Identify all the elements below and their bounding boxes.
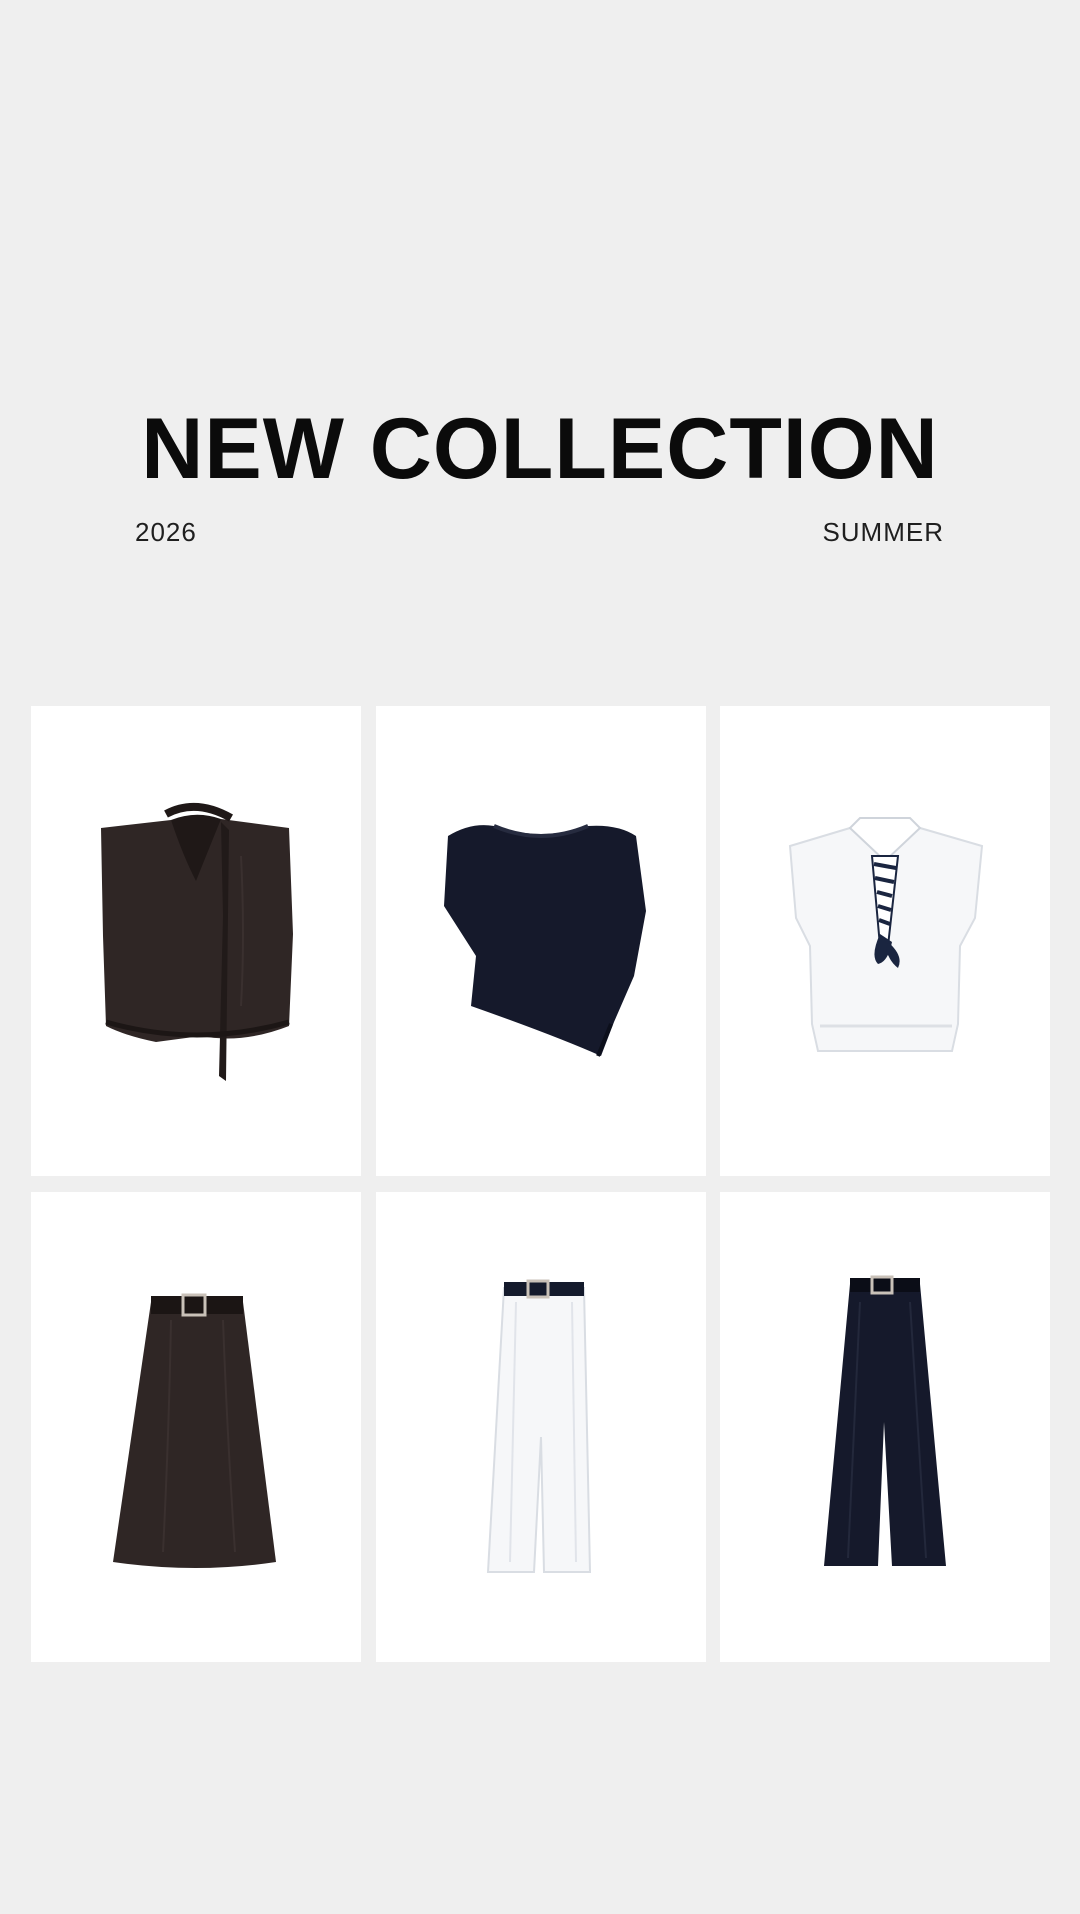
hero-section: NEW COLLECTION 2026 SUMMER bbox=[0, 0, 1080, 700]
brown-sleeveless-top-icon bbox=[101, 802, 293, 1081]
product-card[interactable] bbox=[376, 1192, 706, 1662]
product-card[interactable] bbox=[720, 706, 1050, 1176]
collection-title: NEW COLLECTION bbox=[141, 401, 939, 497]
navy-knit-top-icon bbox=[444, 824, 646, 1057]
collection-season: SUMMER bbox=[822, 517, 944, 547]
product-card[interactable] bbox=[720, 1192, 1050, 1662]
white-polo-top-icon bbox=[788, 817, 984, 1052]
brown-skirt-icon bbox=[113, 1293, 276, 1568]
navy-trousers-icon bbox=[824, 1275, 946, 1566]
white-trousers-icon bbox=[486, 1279, 592, 1573]
product-card[interactable] bbox=[31, 1192, 361, 1662]
product-card[interactable] bbox=[376, 706, 706, 1176]
product-card[interactable] bbox=[31, 706, 361, 1176]
collection-year: 2026 bbox=[135, 517, 197, 547]
